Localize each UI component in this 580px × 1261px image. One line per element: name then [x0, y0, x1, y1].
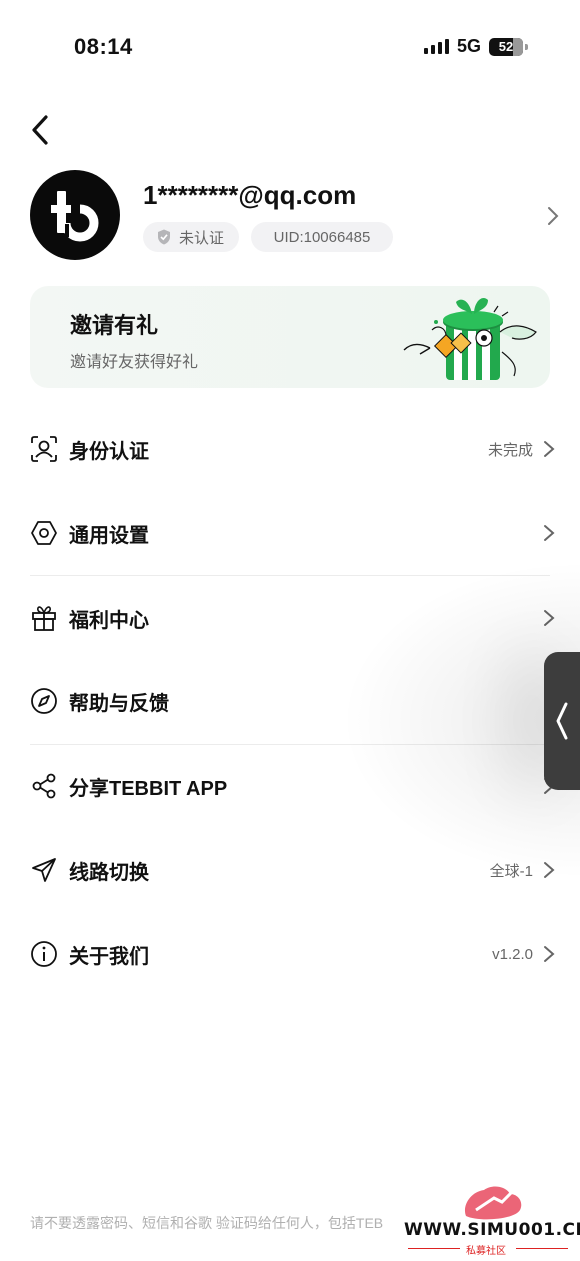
- profile-card[interactable]: 1********@qq.com 未认证 UID:10066485: [30, 170, 560, 260]
- chevron-right-icon: [544, 441, 555, 457]
- signal-icon: [423, 39, 449, 54]
- user-id-icon: [30, 435, 58, 463]
- share-icon: [30, 772, 58, 800]
- verify-status-text: 未认证: [179, 229, 225, 247]
- verify-status-badge: 未认证: [143, 222, 239, 252]
- battery-icon: 52: [489, 37, 523, 56]
- security-warning-text: 请不要透露密码、短信和谷歌 验证码给任何人，包括TEB: [30, 1215, 384, 1231]
- watermark-line: [516, 1248, 568, 1249]
- compass-icon: [30, 687, 58, 715]
- chevron-right-icon: [544, 525, 555, 541]
- watermark-subtext: 私募社区: [466, 1246, 506, 1257]
- status-icons: 5G 52: [423, 36, 528, 57]
- watermark: WWW.SIMU001.CN 私募社区: [404, 1180, 580, 1257]
- info-icon: [30, 940, 58, 968]
- menu-value: v1.2.0: [492, 945, 533, 963]
- menu-item-general-settings[interactable]: 通用设置: [30, 503, 555, 563]
- settings-hexagon-icon: [30, 519, 58, 547]
- chevron-left-icon: [32, 115, 48, 145]
- tebbit-logo-icon: [51, 191, 99, 242]
- menu-item-help-feedback[interactable]: 帮助与反馈: [30, 671, 555, 731]
- menu-label: 身份认证: [69, 440, 149, 463]
- chevron-left-icon: [556, 702, 568, 740]
- menu-label: 福利中心: [69, 609, 149, 632]
- menu-value: 未完成: [487, 441, 533, 459]
- chevron-right-icon: [544, 610, 555, 626]
- invite-subtitle: 邀请好友获得好礼: [70, 354, 199, 371]
- gift-box-illustration: [403, 297, 537, 380]
- invite-title: 邀请有礼: [70, 313, 159, 338]
- battery-level: 52: [498, 39, 514, 54]
- gift-icon: [30, 604, 58, 632]
- invite-banner[interactable]: 邀请有礼 邀请好友获得好礼: [30, 286, 550, 388]
- avatar: [30, 170, 120, 260]
- divider: [30, 744, 550, 745]
- shield-check-icon: [158, 229, 170, 245]
- menu-label: 分享TEBBIT APP: [69, 777, 228, 800]
- menu-value: 全球-1: [489, 862, 533, 880]
- menu-label: 通用设置: [69, 524, 149, 547]
- watermark-logo-icon: [464, 1182, 522, 1220]
- menu-label: 关于我们: [69, 945, 149, 968]
- chevron-right-icon: [544, 862, 555, 878]
- chevron-right-icon: [544, 946, 555, 962]
- menu-label: 线路切换: [69, 861, 149, 884]
- menu-item-identity[interactable]: 身份认证 未完成: [30, 419, 555, 479]
- menu-label: 帮助与反馈: [69, 692, 169, 715]
- uid-badge[interactable]: UID:10066485: [251, 222, 393, 252]
- menu-item-route-switch[interactable]: 线路切换 全球-1: [30, 840, 555, 900]
- battery-cap: [525, 43, 528, 50]
- watermark-text: WWW.SIMU001.CN: [404, 1220, 580, 1240]
- status-bar: 08:14 5G 52: [0, 0, 580, 90]
- watermark-line: [408, 1248, 460, 1249]
- menu-item-welfare-center[interactable]: 福利中心: [30, 588, 555, 648]
- network-type: 5G: [456, 36, 481, 56]
- status-time: 08:14: [74, 34, 133, 59]
- chevron-right-icon: [548, 207, 559, 225]
- floating-side-handle[interactable]: [544, 652, 580, 790]
- account-email: 1********@qq.com: [143, 180, 357, 210]
- send-icon: [30, 856, 58, 884]
- divider: [30, 575, 550, 576]
- menu-item-about-us[interactable]: 关于我们 v1.2.0: [30, 924, 555, 984]
- menu-item-share-app[interactable]: 分享TEBBIT APP: [30, 756, 555, 816]
- back-button[interactable]: [28, 112, 56, 148]
